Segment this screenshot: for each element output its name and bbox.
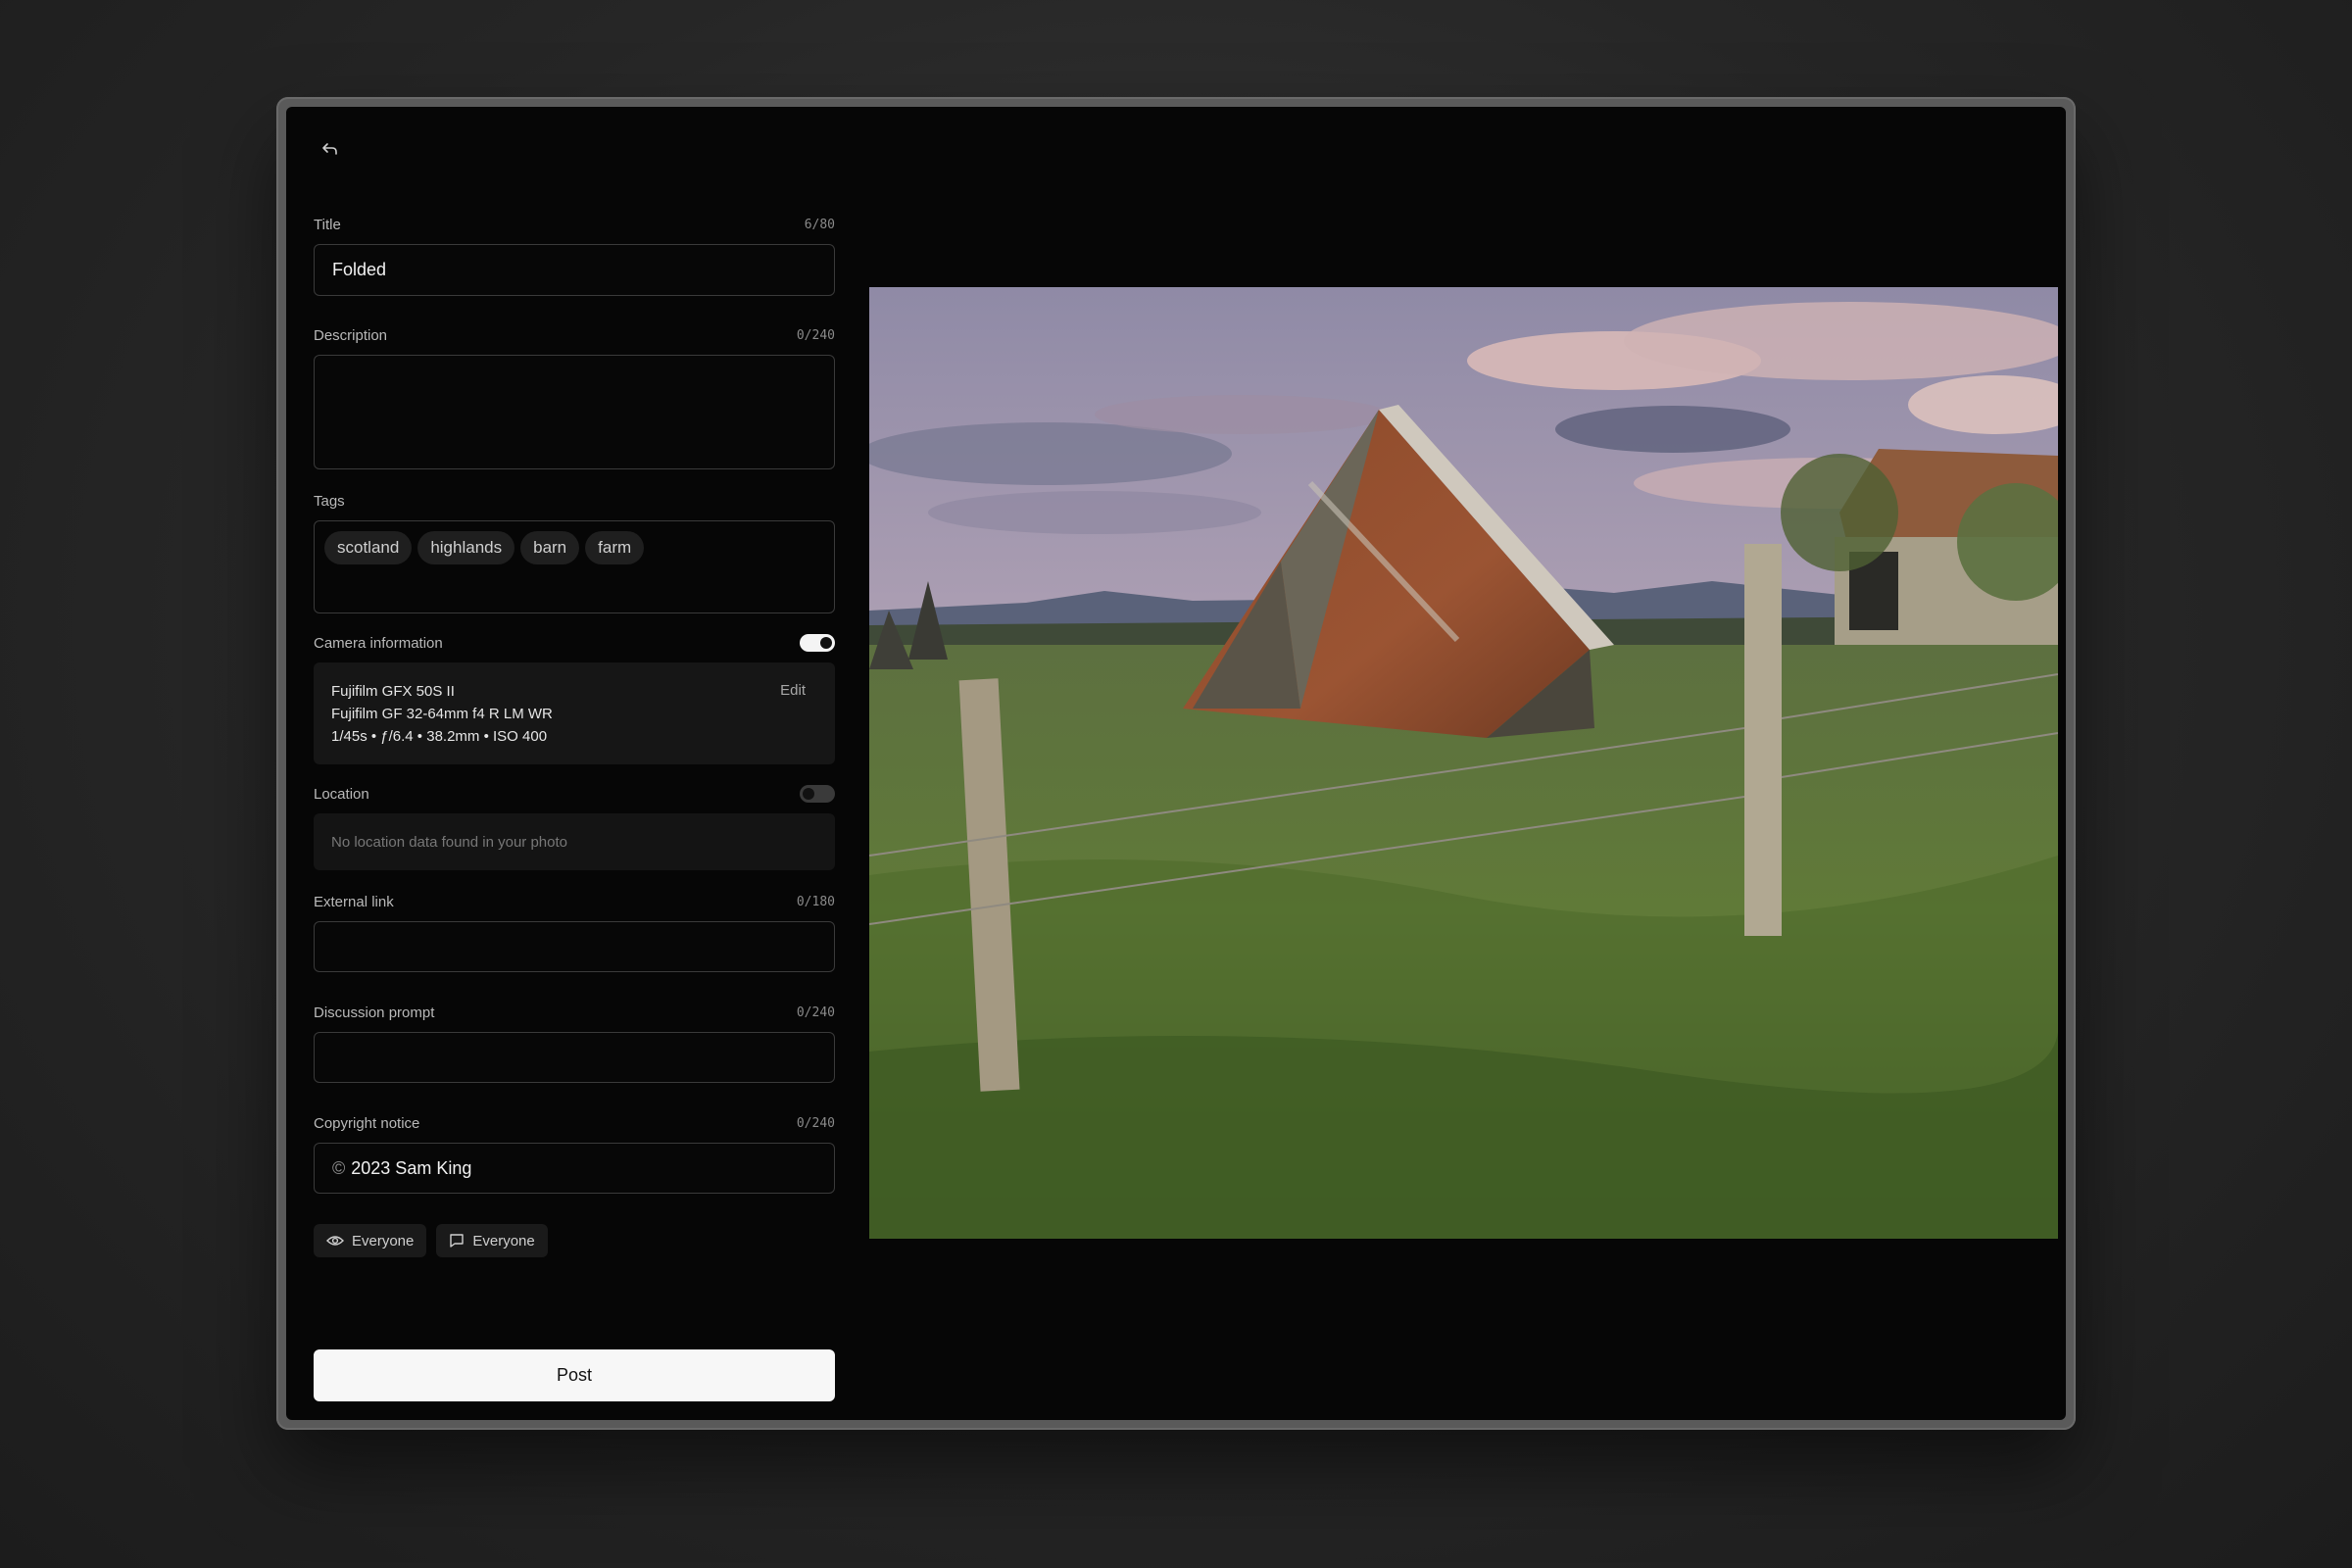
description-textarea[interactable] xyxy=(314,355,835,469)
camera-lens: Fujifilm GF 32-64mm f4 R LM WR xyxy=(331,706,553,722)
copyright-symbol: © xyxy=(332,1157,346,1178)
tag-chip[interactable]: barn xyxy=(520,531,580,564)
undo-arrow-icon xyxy=(322,143,337,155)
description-field-header: Description 0/240 xyxy=(314,325,835,345)
copyright-input[interactable]: © 2023 Sam King xyxy=(314,1143,835,1194)
external-link-counter: 0/180 xyxy=(796,894,835,909)
comment-visibility-button[interactable]: Everyone xyxy=(436,1224,548,1257)
discussion-prompt-field-header: Discussion prompt 0/240 xyxy=(314,1003,835,1022)
back-button[interactable] xyxy=(314,132,347,166)
post-form: Title 6/80 Folded Description 0/240 Tags… xyxy=(314,215,835,1257)
post-button[interactable]: Post xyxy=(314,1349,835,1401)
discussion-prompt-input[interactable] xyxy=(314,1032,835,1083)
tag-chip[interactable]: highlands xyxy=(417,531,515,564)
title-label: Title xyxy=(314,216,341,233)
external-link-field-header: External link 0/180 xyxy=(314,892,835,911)
visibility-row: Everyone Everyone xyxy=(314,1224,835,1257)
copyright-counter: 0/240 xyxy=(796,1115,835,1131)
app-window: Title 6/80 Folded Description 0/240 Tags… xyxy=(276,97,2076,1430)
title-field-header: Title 6/80 xyxy=(314,215,835,234)
tag-chip[interactable]: farm xyxy=(585,531,645,564)
app-screen: Title 6/80 Folded Description 0/240 Tags… xyxy=(286,107,2066,1420)
tags-label: Tags xyxy=(314,492,345,510)
discussion-prompt-counter: 0/240 xyxy=(796,1004,835,1020)
title-counter: 6/80 xyxy=(804,217,835,232)
camera-field-header: Camera information xyxy=(314,633,835,653)
tag-chip[interactable]: scotland xyxy=(324,531,413,564)
comment-visibility-label: Everyone xyxy=(472,1232,535,1250)
camera-info-toggle[interactable] xyxy=(800,634,835,652)
camera-edit-link[interactable]: Edit xyxy=(780,682,806,699)
description-label: Description xyxy=(314,326,388,344)
copyright-value: 2023 Sam King xyxy=(351,1157,472,1178)
camera-body: Fujifilm GFX 50S II xyxy=(331,683,455,700)
title-value: Folded xyxy=(332,260,387,279)
photo-image xyxy=(869,287,2058,1239)
eye-icon xyxy=(326,1236,344,1246)
camera-info-card: Fujifilm GFX 50S II Fujifilm GF 32-64mm … xyxy=(314,662,835,764)
copyright-label: Copyright notice xyxy=(314,1114,420,1132)
location-toggle[interactable] xyxy=(800,785,835,803)
location-message: No location data found in your photo xyxy=(331,833,568,851)
camera-label: Camera information xyxy=(314,634,443,652)
external-link-label: External link xyxy=(314,893,394,910)
tags-field-header: Tags xyxy=(314,491,835,511)
view-visibility-button[interactable]: Everyone xyxy=(314,1224,427,1257)
location-card: No location data found in your photo xyxy=(314,813,835,870)
tags-input[interactable]: scotland highlands barn farm xyxy=(314,520,835,613)
title-input[interactable]: Folded xyxy=(314,244,835,296)
discussion-prompt-label: Discussion prompt xyxy=(314,1004,435,1021)
description-counter: 0/240 xyxy=(796,327,835,343)
comment-icon xyxy=(450,1234,465,1248)
external-link-input[interactable] xyxy=(314,921,835,972)
photo-preview xyxy=(869,287,2058,1239)
view-visibility-label: Everyone xyxy=(352,1232,415,1250)
location-label: Location xyxy=(314,785,369,803)
copyright-field-header: Copyright notice 0/240 xyxy=(314,1113,835,1133)
location-field-header: Location xyxy=(314,784,835,804)
camera-settings: 1/45s • ƒ/6.4 • 38.2mm • ISO 400 xyxy=(331,728,548,745)
